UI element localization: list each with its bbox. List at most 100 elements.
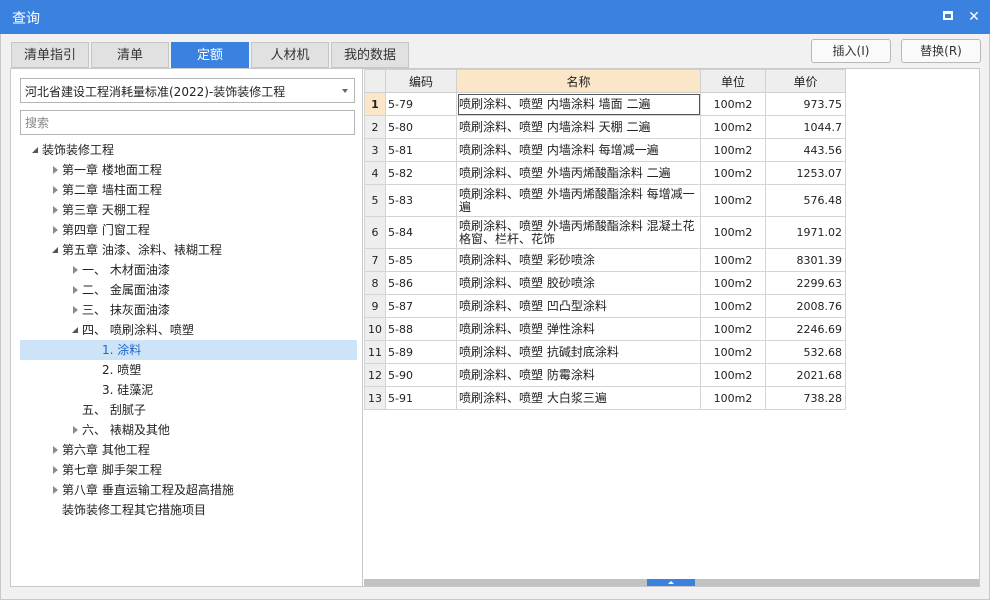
table-row[interactable]: 6 5-84 喷刷涂料、喷塑 外墙丙烯酸酯涂料 混凝土花格窗、栏杆、花饰 100m2 1…: [364, 216, 846, 249]
collapsed-arrow-icon[interactable]: [70, 260, 82, 280]
price-cell[interactable]: 576.48: [765, 184, 846, 217]
row-number[interactable]: 7: [364, 248, 386, 272]
column-header-code[interactable]: 编码: [385, 69, 457, 93]
name-cell[interactable]: 喷刷涂料、喷塑 大白浆三遍: [456, 386, 701, 410]
table-row[interactable]: 7 5-85 喷刷涂料、喷塑 彩砂喷涂 100m2 8301.39: [364, 248, 846, 272]
table-row[interactable]: 11 5-89 喷刷涂料、喷塑 抗碱封底涂料 100m2 532.68: [364, 340, 846, 364]
row-number[interactable]: 3: [364, 138, 386, 162]
tree-node[interactable]: 3. 硅藻泥: [20, 380, 357, 400]
maximize-button[interactable]: [938, 7, 958, 27]
tree-node[interactable]: 四、 喷刷涂料、喷塑: [20, 320, 357, 340]
tree-node[interactable]: 第四章 门窗工程: [20, 220, 357, 240]
row-number[interactable]: 1: [364, 92, 386, 116]
name-cell[interactable]: 喷刷涂料、喷塑 弹性涂料: [456, 317, 701, 341]
unit-cell[interactable]: 100m2: [700, 317, 766, 341]
name-cell[interactable]: 喷刷涂料、喷塑 内墙涂料 天棚 二遍: [456, 115, 701, 139]
code-cell[interactable]: 5-83: [385, 184, 457, 217]
unit-cell[interactable]: 100m2: [700, 115, 766, 139]
unit-cell[interactable]: 100m2: [700, 184, 766, 217]
unit-cell[interactable]: 100m2: [700, 248, 766, 272]
tab-quota[interactable]: 定额: [171, 42, 249, 68]
replace-button[interactable]: 替换(R): [901, 39, 981, 63]
name-cell[interactable]: 喷刷涂料、喷塑 胶砂喷涂: [456, 271, 701, 295]
collapsed-arrow-icon[interactable]: [50, 160, 62, 180]
tree-node[interactable]: 二、 金属面油漆: [20, 280, 357, 300]
name-cell[interactable]: 喷刷涂料、喷塑 内墙涂料 每增减一遍: [456, 138, 701, 162]
collapsed-arrow-icon[interactable]: [50, 180, 62, 200]
tree-node[interactable]: 第五章 油漆、涂料、裱糊工程: [20, 240, 357, 260]
name-cell[interactable]: 喷刷涂料、喷塑 内墙涂料 墙面 二遍: [456, 92, 701, 116]
tree-node[interactable]: 第三章 天棚工程: [20, 200, 357, 220]
code-cell[interactable]: 5-82: [385, 161, 457, 185]
tree-node[interactable]: 第六章 其他工程: [20, 440, 357, 460]
unit-cell[interactable]: 100m2: [700, 92, 766, 116]
tab-labor-material-machine[interactable]: 人材机: [251, 42, 329, 68]
table-row[interactable]: 10 5-88 喷刷涂料、喷塑 弹性涂料 100m2 2246.69: [364, 317, 846, 341]
name-cell[interactable]: 喷刷涂料、喷塑 外墙丙烯酸酯涂料 二遍: [456, 161, 701, 185]
expanded-arrow-icon[interactable]: [50, 240, 62, 260]
collapsed-arrow-icon[interactable]: [50, 460, 62, 480]
tree-node[interactable]: 1. 涂料: [20, 340, 357, 360]
tab-bill-guide[interactable]: 清单指引: [11, 42, 89, 68]
table-row[interactable]: 9 5-87 喷刷涂料、喷塑 凹凸型涂料 100m2 2008.76: [364, 294, 846, 318]
tree-node[interactable]: 五、 刮腻子: [20, 400, 357, 420]
name-cell[interactable]: 喷刷涂料、喷塑 彩砂喷涂: [456, 248, 701, 272]
column-header-unit[interactable]: 单位: [700, 69, 766, 93]
name-cell[interactable]: 喷刷涂料、喷塑 抗碱封底涂料: [456, 340, 701, 364]
code-cell[interactable]: 5-87: [385, 294, 457, 318]
collapsed-arrow-icon[interactable]: [50, 440, 62, 460]
name-cell[interactable]: 喷刷涂料、喷塑 外墙丙烯酸酯涂料 每增减一遍: [456, 184, 701, 217]
price-cell[interactable]: 738.28: [765, 386, 846, 410]
tree-node[interactable]: 一、 木材面油漆: [20, 260, 357, 280]
row-number[interactable]: 4: [364, 161, 386, 185]
name-cell[interactable]: 喷刷涂料、喷塑 防霉涂料: [456, 363, 701, 387]
table-row[interactable]: 12 5-90 喷刷涂料、喷塑 防霉涂料 100m2 2021.68: [364, 363, 846, 387]
close-button[interactable]: ✕: [964, 7, 984, 27]
row-number[interactable]: 12: [364, 363, 386, 387]
table-row[interactable]: 1 5-79 喷刷涂料、喷塑 内墙涂料 墙面 二遍 100m2 973.75: [364, 92, 846, 116]
name-cell[interactable]: 喷刷涂料、喷塑 凹凸型涂料: [456, 294, 701, 318]
expanded-arrow-icon[interactable]: [70, 320, 82, 340]
collapsed-arrow-icon[interactable]: [70, 420, 82, 440]
unit-cell[interactable]: 100m2: [700, 216, 766, 249]
insert-button[interactable]: 插入(I): [811, 39, 891, 63]
tree-node[interactable]: 2. 喷塑: [20, 360, 357, 380]
row-number[interactable]: 2: [364, 115, 386, 139]
unit-cell[interactable]: 100m2: [700, 271, 766, 295]
code-cell[interactable]: 5-81: [385, 138, 457, 162]
tree-node[interactable]: 第七章 脚手架工程: [20, 460, 357, 480]
row-number[interactable]: 6: [364, 216, 386, 249]
tree-node[interactable]: 第二章 墙柱面工程: [20, 180, 357, 200]
code-cell[interactable]: 5-89: [385, 340, 457, 364]
code-cell[interactable]: 5-79: [385, 92, 457, 116]
row-number[interactable]: 8: [364, 271, 386, 295]
tree-node[interactable]: 三、 抹灰面油漆: [20, 300, 357, 320]
row-number[interactable]: 10: [364, 317, 386, 341]
code-cell[interactable]: 5-91: [385, 386, 457, 410]
tab-my-data[interactable]: 我的数据: [331, 42, 409, 68]
tab-bill[interactable]: 清单: [91, 42, 169, 68]
table-row[interactable]: 3 5-81 喷刷涂料、喷塑 内墙涂料 每增减一遍 100m2 443.56: [364, 138, 846, 162]
price-cell[interactable]: 973.75: [765, 92, 846, 116]
code-cell[interactable]: 5-80: [385, 115, 457, 139]
price-cell[interactable]: 8301.39: [765, 248, 846, 272]
price-cell[interactable]: 2021.68: [765, 363, 846, 387]
price-cell[interactable]: 1971.02: [765, 216, 846, 249]
collapsed-arrow-icon[interactable]: [50, 200, 62, 220]
collapsed-arrow-icon[interactable]: [70, 280, 82, 300]
row-number[interactable]: 11: [364, 340, 386, 364]
table-row[interactable]: 2 5-80 喷刷涂料、喷塑 内墙涂料 天棚 二遍 100m2 1044.7: [364, 115, 846, 139]
price-cell[interactable]: 1253.07: [765, 161, 846, 185]
unit-cell[interactable]: 100m2: [700, 363, 766, 387]
expanded-arrow-icon[interactable]: [30, 140, 42, 160]
tree-node[interactable]: 六、 裱糊及其他: [20, 420, 357, 440]
table-row[interactable]: 13 5-91 喷刷涂料、喷塑 大白浆三遍 100m2 738.28: [364, 386, 846, 410]
code-cell[interactable]: 5-84: [385, 216, 457, 249]
table-row[interactable]: 8 5-86 喷刷涂料、喷塑 胶砂喷涂 100m2 2299.63: [364, 271, 846, 295]
price-cell[interactable]: 443.56: [765, 138, 846, 162]
horizontal-scrollbar[interactable]: [364, 579, 979, 586]
code-cell[interactable]: 5-88: [385, 317, 457, 341]
code-cell[interactable]: 5-85: [385, 248, 457, 272]
collapsed-arrow-icon[interactable]: [70, 300, 82, 320]
unit-cell[interactable]: 100m2: [700, 161, 766, 185]
